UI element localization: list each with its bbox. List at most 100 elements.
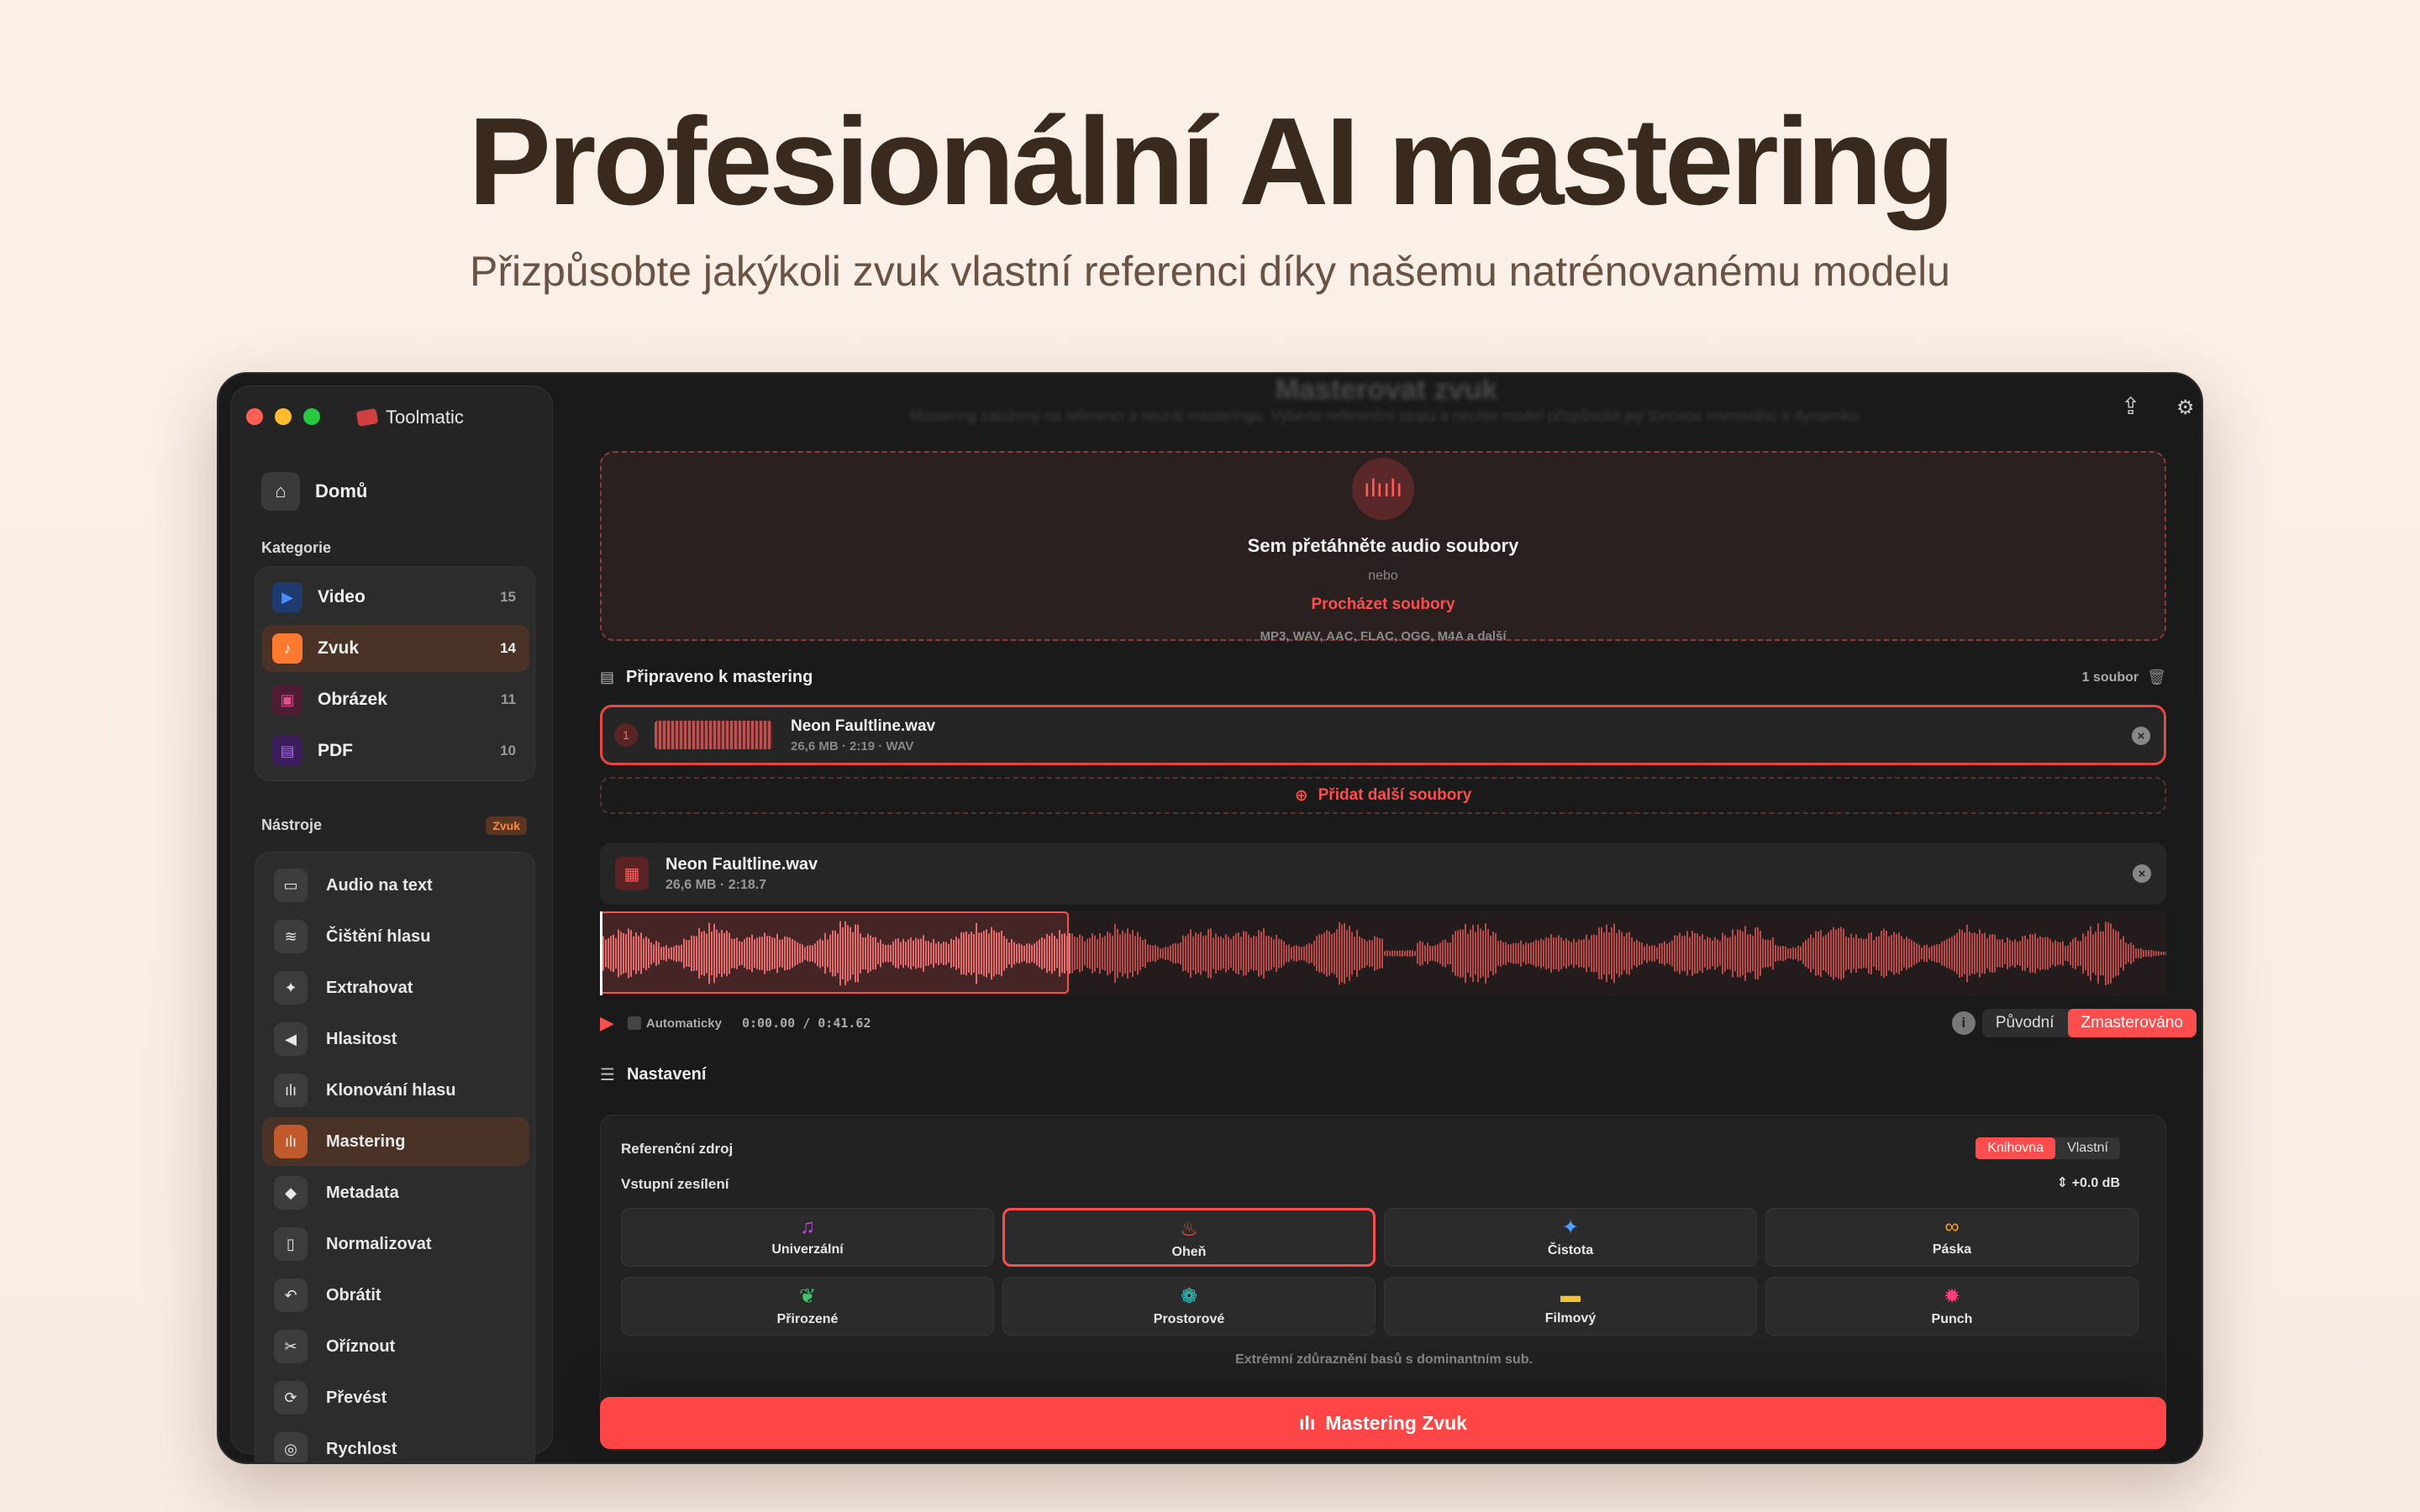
waveform-bar xyxy=(1944,940,1945,967)
waveform-bar xyxy=(1888,936,1890,971)
tool-mastering[interactable]: ılı Mastering xyxy=(262,1117,529,1166)
waveform-bar xyxy=(1074,936,1076,971)
waveform-bar xyxy=(1081,936,1083,971)
share-icon[interactable]: ⇪ xyxy=(2121,392,2140,420)
preset-punch[interactable]: ✹ Punch xyxy=(1765,1277,2139,1336)
library-option[interactable]: Knihovna xyxy=(1975,1137,2056,1159)
sidebar-item-video[interactable]: ▶ Video 15 xyxy=(262,574,529,621)
waveform-bar xyxy=(1132,930,1134,977)
sidebar-item-zvuk[interactable]: ♪ Zvuk 14 xyxy=(262,625,529,672)
tool-cisteni-hlasu[interactable]: ≋ Čištění hlasu xyxy=(262,912,529,961)
waveform-bar xyxy=(1162,948,1164,959)
info-icon[interactable]: i xyxy=(1951,1011,1975,1035)
gear-icon[interactable]: ⚙ xyxy=(2176,396,2195,420)
waveform-bar xyxy=(1170,945,1171,962)
file-dropzone[interactable]: ılıılı Sem přetáhněte audio soubory nebo… xyxy=(600,451,2166,643)
waveform-bar xyxy=(1442,940,1444,967)
waveform-bar xyxy=(1681,936,1683,971)
waveform-bar xyxy=(1669,942,1670,965)
waveform-bar xyxy=(1296,945,1297,962)
app-name: Toolmatic xyxy=(386,407,464,428)
auto-checkbox[interactable] xyxy=(627,1016,641,1030)
tool-extrahovat[interactable]: ✦ Extrahovat xyxy=(262,963,529,1012)
waveform-bar xyxy=(2155,951,2157,956)
remove-file-icon[interactable]: × xyxy=(2132,727,2150,745)
master-audio-button[interactable]: ılı Mastering Zvuk xyxy=(600,1397,2166,1449)
sidebar-item-home[interactable]: ⌂ Domů xyxy=(261,472,367,511)
tool-audio-na-text[interactable]: ▭ Audio na text xyxy=(262,861,529,910)
page-subtitle: Mastering založený na referenci a neurál… xyxy=(910,407,1863,424)
tool-prevest[interactable]: ⟳ Převést xyxy=(262,1373,529,1422)
tool-label: Normalizovat xyxy=(326,1234,432,1253)
close-player-icon[interactable]: × xyxy=(2133,864,2151,883)
waveform-bar xyxy=(1260,932,1262,975)
waveform-bar xyxy=(1465,923,1466,984)
waveform-bar xyxy=(1787,948,1789,958)
tool-normalizovat[interactable]: ▯ Normalizovat xyxy=(262,1220,529,1268)
tool-hlasitost[interactable]: ◀ Hlasitost xyxy=(262,1015,529,1063)
zoom-window-button[interactable] xyxy=(303,408,320,425)
waveform-bar xyxy=(1797,945,1799,962)
tool-rychlost[interactable]: ◎ Rychlost xyxy=(262,1425,529,1462)
waveform-bar xyxy=(1601,927,1602,980)
waveform-bar xyxy=(1613,923,1615,984)
preset-ohen[interactable]: ♨ Oheň xyxy=(1002,1208,1376,1267)
waveform-bar xyxy=(1437,944,1439,963)
original-button[interactable]: Původní xyxy=(1982,1009,2068,1037)
waveform-bar xyxy=(1802,942,1804,964)
trash-icon[interactable]: 🗑 xyxy=(2147,669,2166,686)
preset-prostorove[interactable]: ❁ Prostorové xyxy=(1002,1277,1376,1336)
waveform[interactable] xyxy=(600,911,2166,995)
tool-label: Čištění hlasu xyxy=(326,927,431,946)
waveform-bar xyxy=(1422,942,1423,965)
tool-klonovani-hlasu[interactable]: ılı Klonování hlasu xyxy=(262,1066,529,1115)
waveform-bar xyxy=(1414,951,1416,956)
add-more-files-button[interactable]: ⊕ Přidat další soubory xyxy=(600,777,2166,814)
waveform-bar xyxy=(1896,933,1897,974)
waveform-bar xyxy=(2123,936,2124,971)
waveform-bar xyxy=(1939,943,1940,963)
waveform-bar xyxy=(1709,937,1711,969)
waveform-bar xyxy=(1697,933,1698,974)
preset-filmovy[interactable]: ▬ Filmový xyxy=(1384,1277,1757,1336)
sidebar-item-pdf[interactable]: ▤ PDF 10 xyxy=(262,727,529,774)
waveform-bar xyxy=(1449,942,1451,965)
waveform-bar xyxy=(1850,933,1852,974)
waveform-bar xyxy=(1207,929,1209,978)
preset-univerzalni[interactable]: ♫ Univerzální xyxy=(621,1208,994,1267)
home-icon: ⌂ xyxy=(261,472,300,511)
waveform-bar xyxy=(1142,940,1144,967)
close-window-button[interactable] xyxy=(246,408,263,425)
input-gain-stepper[interactable]: ⇕ +0.0 dB xyxy=(2057,1174,2120,1191)
waveform-bar xyxy=(1195,932,1197,974)
waveform-bar xyxy=(2092,934,2094,973)
waveform-bar xyxy=(1878,936,1880,971)
preset-paska[interactable]: ∞ Páska xyxy=(1765,1208,2139,1267)
waveform-bar xyxy=(1928,948,1930,959)
waveform-bar xyxy=(1845,936,1847,971)
minimize-window-button[interactable] xyxy=(275,408,292,425)
waveform-bar xyxy=(1805,940,1807,967)
waveform-bar xyxy=(2145,950,2147,957)
tool-metadata[interactable]: ◆ Metadata xyxy=(262,1168,529,1217)
preset-prirozene[interactable]: ❦ Přirozené xyxy=(621,1277,994,1336)
waveform-bar xyxy=(2133,944,2134,963)
waveform-bar xyxy=(2019,941,2021,966)
waveform-bar xyxy=(1238,932,1239,975)
waveform-bar xyxy=(1341,924,1343,983)
play-icon[interactable]: ▶ xyxy=(600,1012,614,1034)
waveform-bar xyxy=(1603,932,1605,975)
tool-obratit[interactable]: ↶ Obrátit xyxy=(262,1271,529,1320)
waveform-bar xyxy=(1490,935,1491,972)
tool-oriznout[interactable]: ✂ Oříznout xyxy=(262,1322,529,1371)
mastered-button[interactable]: Zmasterováno xyxy=(2067,1009,2196,1037)
preset-cistota[interactable]: ✦ Čistota xyxy=(1384,1208,1757,1267)
queued-file-card[interactable]: 1 Neon Faultline.wav 26,6 MB · 2:19 · WA… xyxy=(600,705,2166,765)
waveform-bar xyxy=(1654,945,1655,962)
browse-files-link[interactable]: Procházet soubory xyxy=(602,596,2165,614)
custom-option[interactable]: Vlastní xyxy=(2055,1137,2120,1159)
waveform-bar xyxy=(2095,932,2096,975)
waveform-bar xyxy=(1255,936,1257,971)
sidebar-item-obrazek[interactable]: ▣ Obrázek 11 xyxy=(262,676,529,723)
waveform-bar xyxy=(1752,935,1754,972)
